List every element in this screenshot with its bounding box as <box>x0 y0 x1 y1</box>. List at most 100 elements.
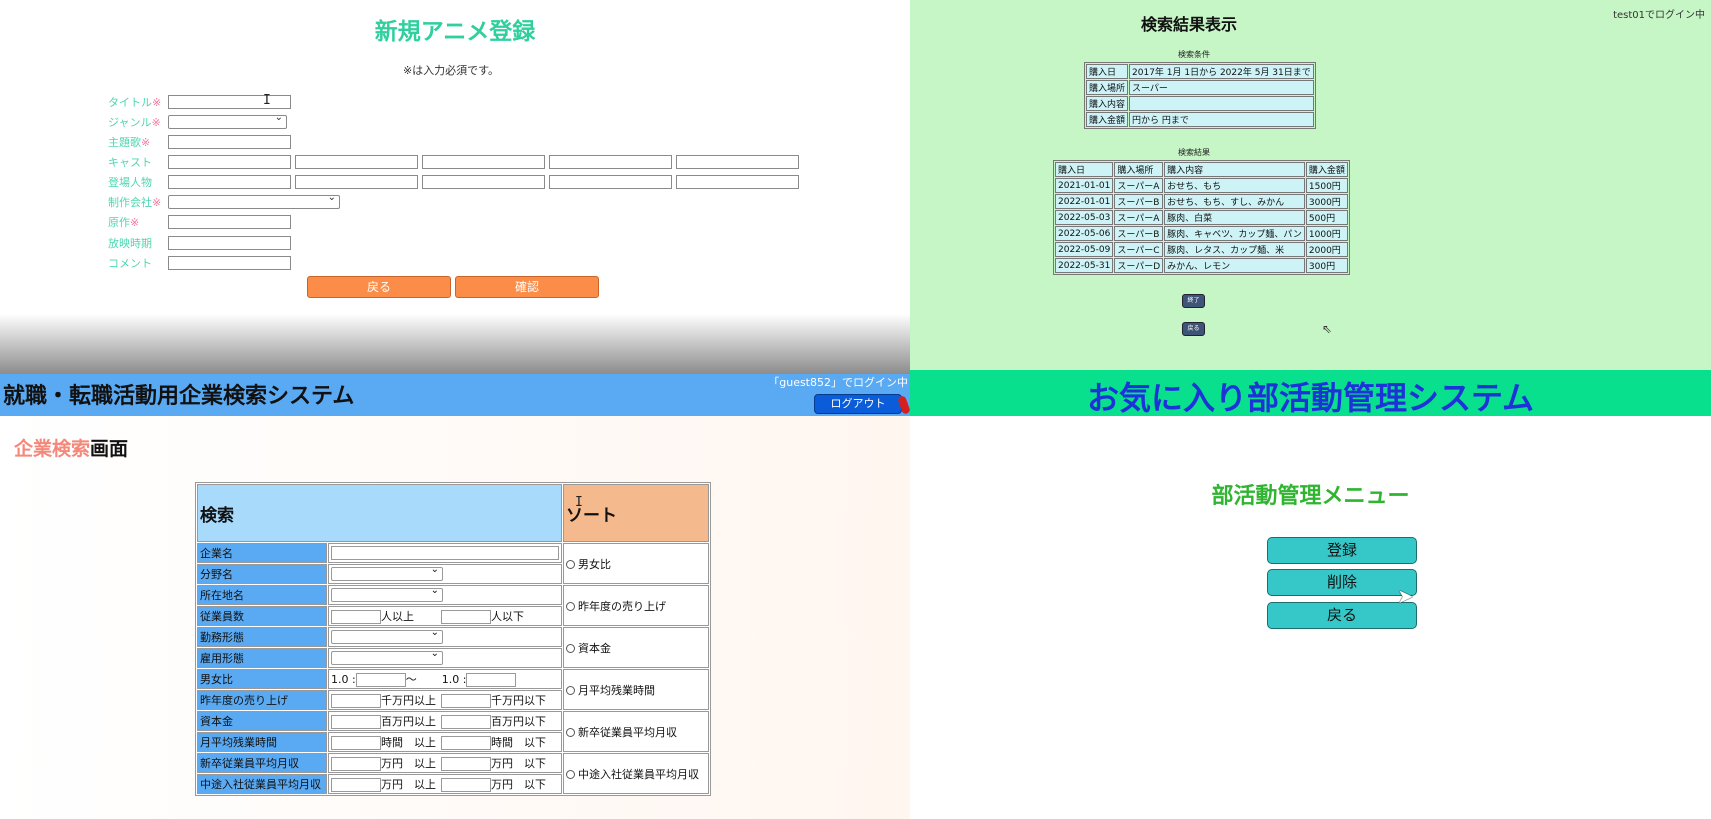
sort-header: ソート <box>563 484 709 542</box>
company-search-panel: 就職・転職活動用企業検索システム 「guest852」でログイン中 ログアウト … <box>0 374 910 819</box>
table-row: 新卒従業員平均月収 万円 以上 万円 以下 中途入社従業員平均月収 <box>197 753 709 794</box>
field-label: 放映時期 <box>108 237 152 250</box>
character-input-2[interactable] <box>295 175 418 189</box>
table-row: 2021-01-01 スーパーA おせち、もち 1500円 <box>1055 178 1348 193</box>
criteria-table: 購入日 2017年 1月 1日から 2022年 5月 31日まで 購入場所 スーパー… <box>1084 62 1316 129</box>
field-row-theme-song: 主題歌※ <box>108 133 295 151</box>
field-row-characters: 登場人物 <box>108 173 803 191</box>
table-header-row: 検索 ソート <box>197 484 709 542</box>
character-input-1[interactable] <box>168 175 291 189</box>
original-input[interactable] <box>168 215 291 229</box>
max-input[interactable] <box>441 610 491 624</box>
max-input[interactable] <box>441 757 491 771</box>
logout-button[interactable]: ログアウト <box>814 394 902 414</box>
field-row-comment: コメント <box>108 254 295 272</box>
confirm-button[interactable]: 確認 <box>455 276 599 298</box>
delete-button[interactable]: 削除 <box>1267 569 1417 596</box>
app-title: お気に入り部活動管理システム <box>1086 379 1535 417</box>
login-status: 「guest852」でログイン中 <box>768 376 908 389</box>
cast-input-5[interactable] <box>676 155 799 169</box>
company-name-input[interactable] <box>331 546 559 560</box>
table-row: 勤務形態 資本金 <box>197 627 709 668</box>
sort-option[interactable]: 新卒従業員平均月収 <box>563 711 709 752</box>
location-select[interactable] <box>331 585 443 602</box>
field-row-genre: ジャンル※ <box>108 112 287 131</box>
min-input[interactable] <box>331 610 381 624</box>
radio-button[interactable] <box>566 644 575 653</box>
table-row: 資本金 百万円以上 百万円以下 新卒従業員平均月収 <box>197 711 709 752</box>
search-header: 検索 <box>197 484 562 542</box>
radio-button[interactable] <box>566 770 575 779</box>
table-row: 2022-05-03 スーパーA 豚肉、白菜 500円 <box>1055 210 1348 225</box>
table-header-row: 購入日 購入場所 購入内容 購入金額 <box>1055 162 1348 177</box>
max-input[interactable] <box>441 715 491 729</box>
max-input[interactable] <box>441 694 491 708</box>
min-input[interactable] <box>331 778 381 792</box>
cast-input-3[interactable] <box>422 155 545 169</box>
min-input[interactable] <box>331 694 381 708</box>
back-button[interactable]: 戻る <box>1267 602 1417 629</box>
table-row: 購入日 2017年 1月 1日から 2022年 5月 31日まで <box>1086 64 1314 79</box>
max-input[interactable] <box>441 736 491 750</box>
work-style-select[interactable] <box>331 627 443 644</box>
field-label: タイトル※ <box>108 96 162 109</box>
cast-input-4[interactable] <box>549 155 672 169</box>
field-label: キャスト <box>108 156 152 169</box>
character-input-4[interactable] <box>549 175 672 189</box>
criteria-caption: 検索条件 <box>1178 50 1210 59</box>
end-button[interactable]: 終了 <box>1182 294 1205 308</box>
search-results-panel: 検索結果表示 test01でログイン中 検索条件 購入日 2017年 1月 1日か… <box>910 0 1711 370</box>
page-title: 検索結果表示 <box>1141 15 1238 34</box>
required-note: ※は入力必須です。 <box>402 64 500 77</box>
sort-option[interactable]: 月平均残業時間 <box>563 669 709 710</box>
table-row: 2022-05-31 スーパーD みかん、レモン 300円 <box>1055 258 1348 273</box>
back-button[interactable]: 戻る <box>307 276 451 298</box>
search-table: 検索 ソート 企業名 男女比 分野名 所在地名 昨年度の売り上げ 従業員数 人以… <box>195 482 711 796</box>
ratio-input-1[interactable] <box>355 673 406 687</box>
field-row-original: 原作※ <box>108 213 295 231</box>
results-table: 購入日 購入場所 購入内容 購入金額 2021-01-01 スーパーA おせち、もち… <box>1053 160 1350 275</box>
bottom-gradient <box>0 314 910 374</box>
min-input[interactable] <box>331 715 381 729</box>
table-row: 購入場所 スーパー <box>1086 80 1314 95</box>
field-label: 主題歌※ <box>108 136 151 149</box>
sort-option[interactable]: 中途入社従業員平均月収 <box>563 753 709 794</box>
register-button[interactable]: 登録 <box>1267 537 1417 564</box>
employment-type-select[interactable] <box>331 648 443 665</box>
theme-song-input[interactable] <box>168 135 291 149</box>
sort-option[interactable]: 資本金 <box>563 627 709 668</box>
field-row-airing: 放映時期 <box>108 234 295 252</box>
cast-input-2[interactable] <box>295 155 418 169</box>
table-row: 企業名 男女比 <box>197 543 709 584</box>
text-cursor-icon: I <box>575 495 583 510</box>
radio-button[interactable] <box>566 602 575 611</box>
cast-input-1[interactable] <box>168 155 291 169</box>
title-input[interactable] <box>168 95 291 109</box>
min-input[interactable] <box>331 757 381 771</box>
club-management-panel: お気に入り部活動管理システム 部活動管理メニュー 登録 削除 戻る ➤ <box>910 370 1711 819</box>
airing-input[interactable] <box>168 236 291 250</box>
sort-option[interactable]: 昨年度の売り上げ <box>563 585 709 626</box>
radio-button[interactable] <box>566 560 575 569</box>
character-input-3[interactable] <box>422 175 545 189</box>
comment-input[interactable] <box>168 256 291 270</box>
field-select[interactable] <box>331 564 443 581</box>
table-row: 2022-05-06 スーパーB 豚肉、キャベツ、カップ麺、パン 1000円 <box>1055 226 1348 241</box>
field-label: 原作※ <box>108 216 140 229</box>
max-input[interactable] <box>441 778 491 792</box>
radio-button[interactable] <box>566 686 575 695</box>
field-label: 制作会社※ <box>108 196 162 209</box>
min-input[interactable] <box>331 736 381 750</box>
studio-select[interactable] <box>168 192 340 209</box>
menu-title: 部活動管理メニュー <box>1211 484 1410 509</box>
page-subtitle: 企業検索画面 <box>14 438 129 460</box>
ratio-input-2[interactable] <box>466 673 517 687</box>
login-status: test01でログイン中 <box>1613 10 1705 21</box>
radio-button[interactable] <box>566 728 575 737</box>
character-input-5[interactable] <box>676 175 799 189</box>
back-button[interactable]: 戻る <box>1182 322 1205 336</box>
mouse-pointer-icon: ➤ <box>1397 584 1414 608</box>
genre-select[interactable] <box>168 112 287 129</box>
sort-option[interactable]: 男女比 <box>563 543 709 584</box>
field-row-cast: キャスト <box>108 153 803 171</box>
